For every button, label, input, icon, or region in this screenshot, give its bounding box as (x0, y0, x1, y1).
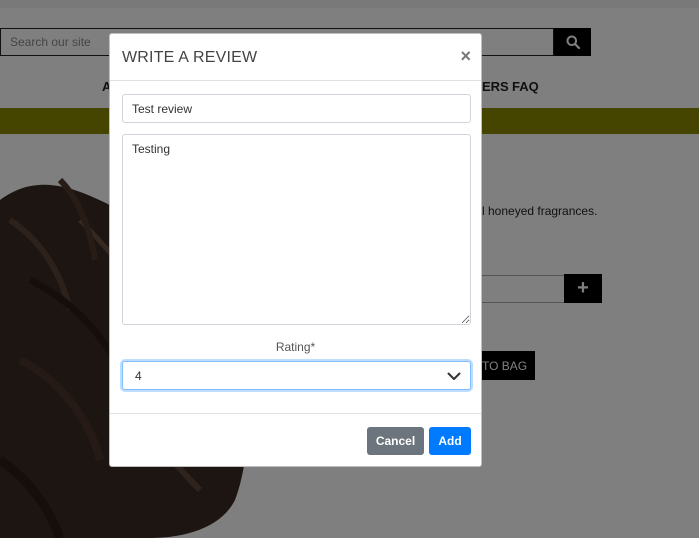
review-text-input[interactable]: Testing (122, 134, 471, 325)
add-button[interactable]: Add (429, 427, 471, 455)
modal-footer: Cancel Add (110, 413, 481, 468)
modal-title: WRITE A REVIEW (122, 49, 258, 66)
chevron-down-icon (447, 372, 461, 380)
rating-label: Rating* (275, 340, 316, 354)
rating-selected-value: 4 (135, 369, 142, 383)
review-title-input[interactable] (122, 94, 471, 123)
close-icon[interactable]: × (460, 46, 471, 66)
cancel-button[interactable]: Cancel (367, 427, 424, 455)
modal-header: WRITE A REVIEW × (110, 34, 481, 81)
rating-select[interactable]: 4 (122, 361, 471, 390)
review-modal: WRITE A REVIEW × Testing Rating* 4 Cance… (109, 33, 482, 467)
